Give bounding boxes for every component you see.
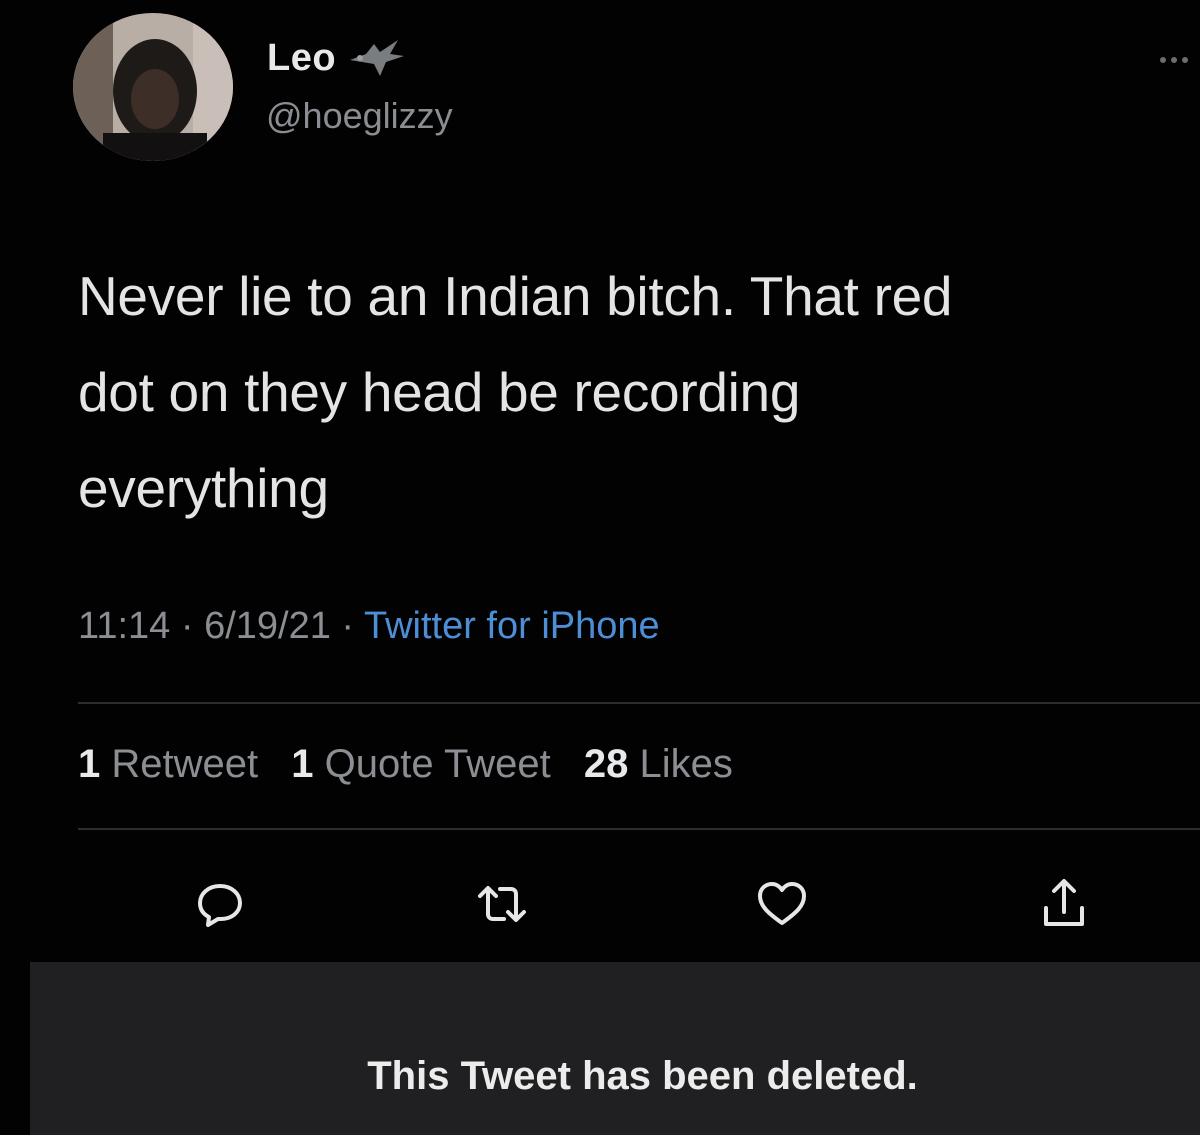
heart-icon <box>758 882 806 925</box>
quotes-label: Quote Tweet <box>324 742 551 786</box>
like-button[interactable] <box>752 874 812 934</box>
share-icon <box>1044 879 1084 926</box>
quotes-stat[interactable]: 1 Quote Tweet <box>291 742 550 786</box>
tweet-card: Leo @hoeglizzy Never lie to an Indian bi… <box>0 0 1200 1135</box>
avatar-photo <box>73 13 233 161</box>
author-handle[interactable]: @hoeglizzy <box>266 95 453 137</box>
tweet-source[interactable]: Twitter for iPhone <box>364 605 660 647</box>
retweets-stat[interactable]: 1 Retweet <box>78 742 258 786</box>
tweet-time[interactable]: 11:14 <box>78 605 170 647</box>
author-name-row: Leo <box>267 36 408 80</box>
deleted-notice: This Tweet has been deleted. <box>367 1054 918 1098</box>
author-name[interactable]: Leo <box>267 37 336 80</box>
likes-label: Likes <box>639 742 733 786</box>
bird-emoji-icon <box>350 40 405 76</box>
tweet-date[interactable]: 6/19/21 <box>204 605 331 647</box>
likes-count: 28 <box>583 742 629 786</box>
tweet-text: Never lie to an Indian bitch. That red d… <box>78 265 953 519</box>
more-options-icon[interactable] <box>1160 50 1200 70</box>
avatar[interactable] <box>73 13 233 161</box>
retweets-label: Retweet <box>111 742 259 786</box>
deleted-tweet-banner: This Tweet has been deleted. <box>30 962 1200 1135</box>
divider <box>78 702 1200 704</box>
retweet-icon <box>478 886 526 922</box>
reply-button[interactable] <box>190 874 250 934</box>
likes-stat[interactable]: 28 Likes <box>584 742 733 786</box>
share-button[interactable] <box>1034 874 1094 934</box>
retweets-count: 1 <box>78 742 101 786</box>
meta-separator: · <box>180 605 205 647</box>
tweet-meta: 11:14 · 6/19/21 · Twitter for iPhone <box>78 605 660 648</box>
reply-icon <box>198 884 242 927</box>
divider <box>78 828 1200 830</box>
retweet-button[interactable] <box>472 874 532 934</box>
quotes-count: 1 <box>291 742 314 786</box>
tweet-stats: 1 Retweet 1 Quote Tweet 28 Likes <box>78 742 755 787</box>
meta-separator: · <box>341 605 364 647</box>
